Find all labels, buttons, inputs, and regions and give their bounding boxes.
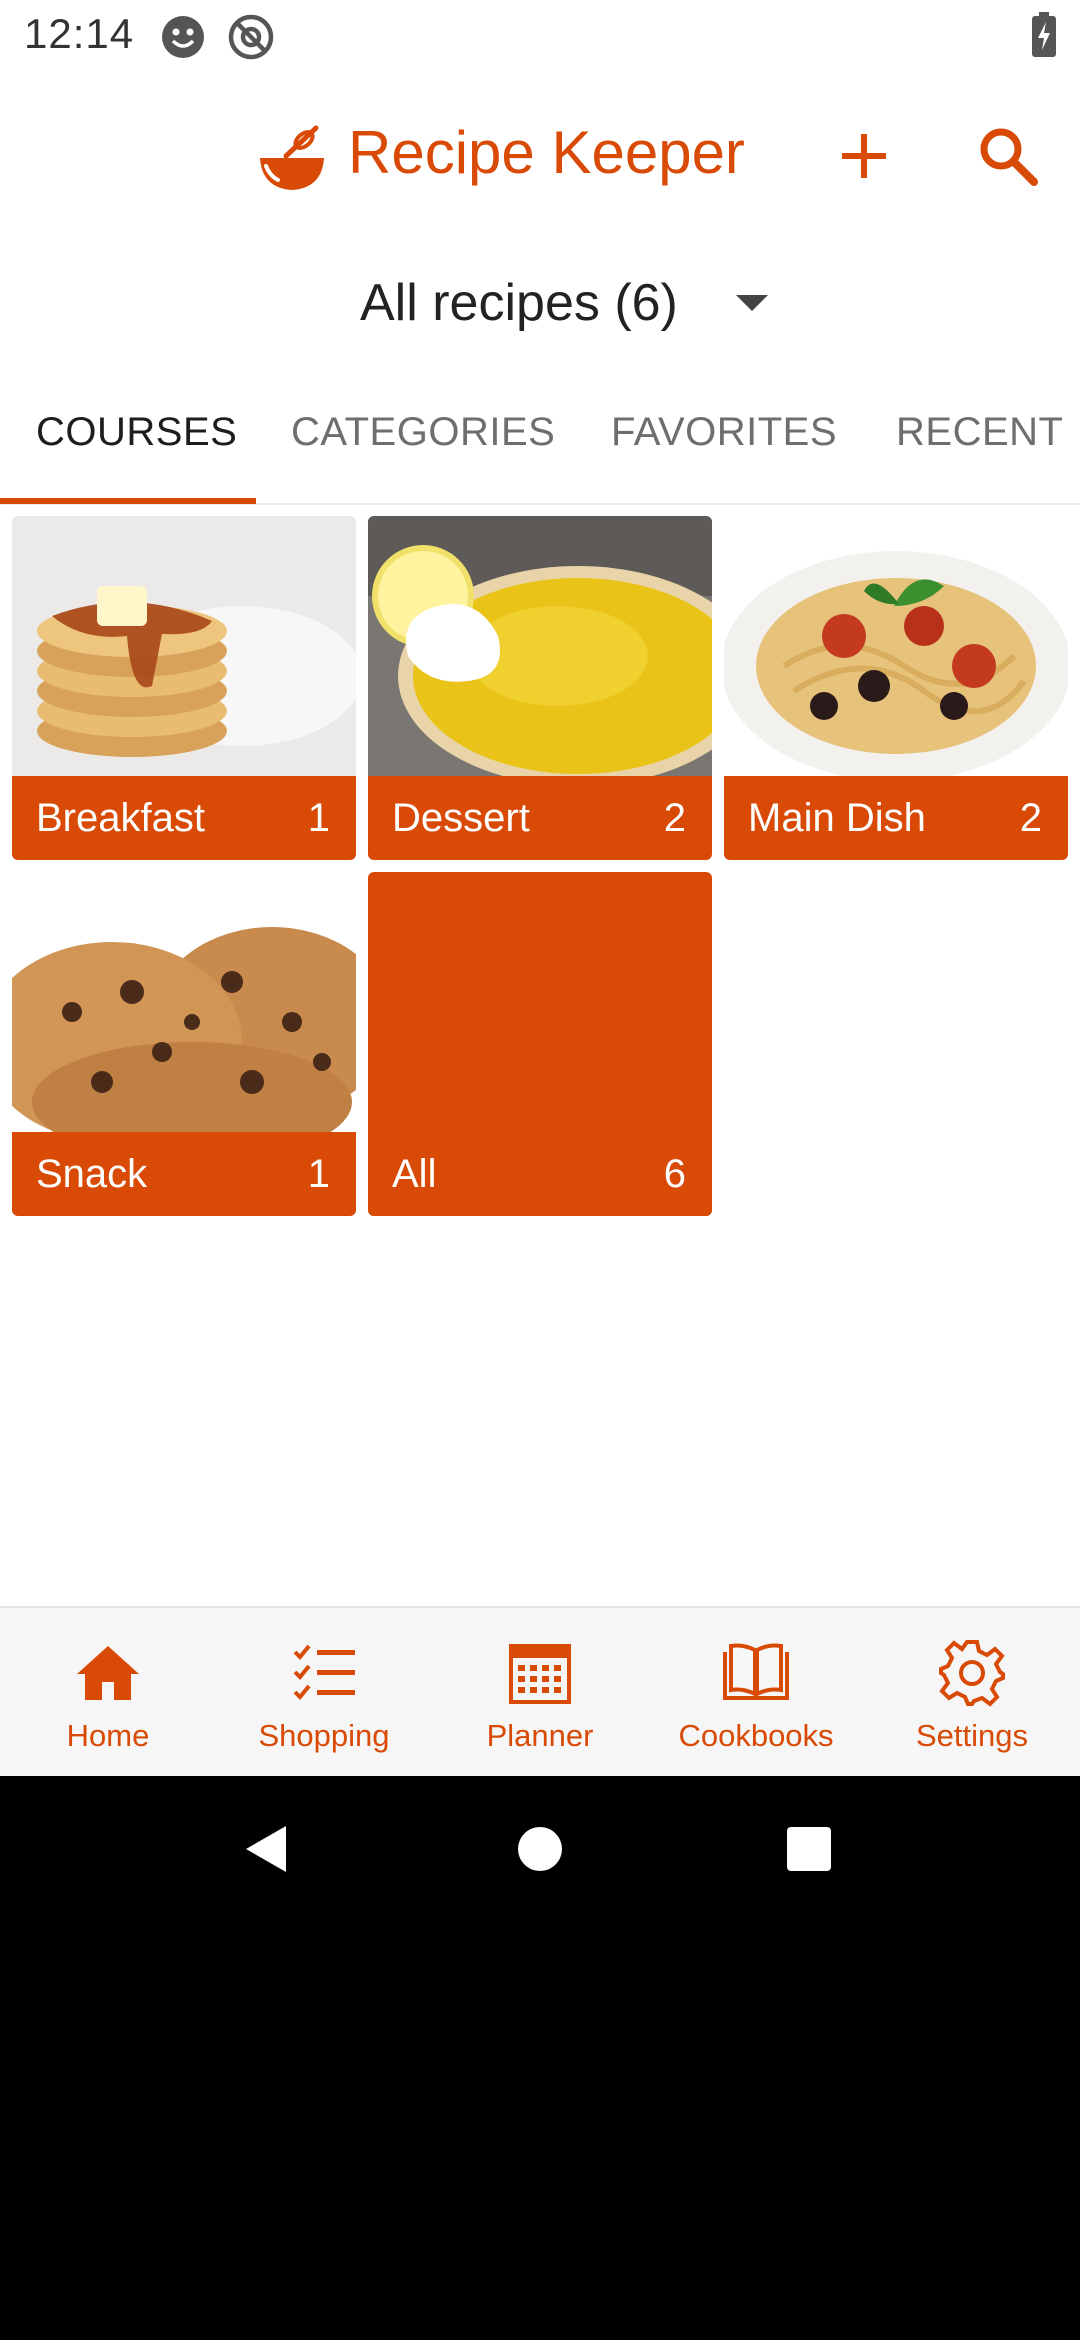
tile-caption: Dessert 2	[368, 776, 712, 860]
nav-planner[interactable]: Planner	[432, 1638, 648, 1754]
tile-label: All	[392, 1151, 437, 1196]
status-time: 12:14	[24, 10, 135, 57]
tile-label: Main Dish	[748, 795, 926, 840]
cookies-photo	[12, 872, 356, 1132]
tile-caption: Breakfast 1	[12, 776, 356, 860]
recipe-filter-dropdown[interactable]: All recipes (6)	[360, 268, 768, 338]
tile-caption: Snack 1	[12, 1132, 356, 1216]
tile-caption: All 6	[368, 1132, 712, 1216]
nav-label: Settings	[915, 1718, 1028, 1753]
tab-favorites[interactable]: FAVORITES	[611, 410, 837, 455]
app-title: Recipe Keeper	[348, 119, 745, 186]
checklist-icon	[293, 1644, 355, 1700]
tab-categories[interactable]: CATEGORIES	[291, 410, 555, 455]
nav-label: Shopping	[258, 1718, 390, 1753]
nav-label: Home	[66, 1718, 150, 1753]
tile-count: 1	[307, 795, 330, 840]
tab-recent[interactable]: RECENT	[896, 410, 1063, 455]
bottom-navigation: Home Shopping Planner Cookbooks Settings	[0, 1606, 1080, 1778]
lemon-tart-photo	[368, 516, 712, 776]
book-icon	[723, 1643, 789, 1700]
course-tile-main-dish[interactable]: Main Dish 2	[724, 516, 1068, 860]
tile-label: Snack	[36, 1151, 148, 1196]
recents-square-icon[interactable]	[787, 1827, 831, 1871]
battery-charging-icon	[1032, 12, 1056, 57]
home-circle-icon[interactable]	[517, 1826, 563, 1872]
tile-caption: Main Dish 2	[724, 776, 1068, 860]
nav-settings[interactable]: Settings	[864, 1638, 1080, 1754]
status-bar: 12:14	[0, 0, 1080, 72]
nav-label: Planner	[486, 1718, 594, 1753]
tile-count: 6	[663, 1151, 686, 1196]
search-button[interactable]	[976, 124, 1040, 188]
nav-label: Cookbooks	[678, 1718, 834, 1753]
pancakes-photo	[12, 516, 356, 776]
at-sign-notification-icon	[228, 14, 274, 60]
course-tile-dessert[interactable]: Dessert 2	[368, 516, 712, 860]
smiley-notification-icon	[162, 16, 204, 58]
tab-courses[interactable]: COURSES	[36, 410, 237, 455]
nav-shopping[interactable]: Shopping	[216, 1638, 432, 1754]
course-tile-all[interactable]: All 6	[368, 872, 712, 1216]
add-recipe-button[interactable]	[834, 124, 894, 188]
spaghetti-photo	[724, 516, 1068, 776]
nav-home[interactable]: Home	[0, 1638, 216, 1754]
course-tile-snack[interactable]: Snack 1	[12, 872, 356, 1216]
filter-label: All recipes (6)	[360, 274, 678, 332]
mixing-bowl-icon	[260, 125, 324, 190]
calendar-icon	[509, 1644, 571, 1704]
system-navigation-bar	[0, 1776, 1080, 2340]
tile-count: 1	[307, 1151, 330, 1196]
course-tile-breakfast[interactable]: Breakfast 1	[12, 516, 356, 860]
active-tab-indicator	[0, 498, 256, 504]
home-icon	[77, 1646, 139, 1700]
nav-cookbooks[interactable]: Cookbooks	[648, 1638, 864, 1754]
gear-icon	[939, 1640, 1005, 1707]
chevron-down-icon	[735, 295, 768, 311]
tile-label: Breakfast	[36, 795, 205, 840]
tile-count: 2	[1019, 795, 1042, 840]
tile-label: Dessert	[392, 795, 530, 840]
tile-count: 2	[663, 795, 686, 840]
back-icon[interactable]	[244, 1824, 288, 1874]
